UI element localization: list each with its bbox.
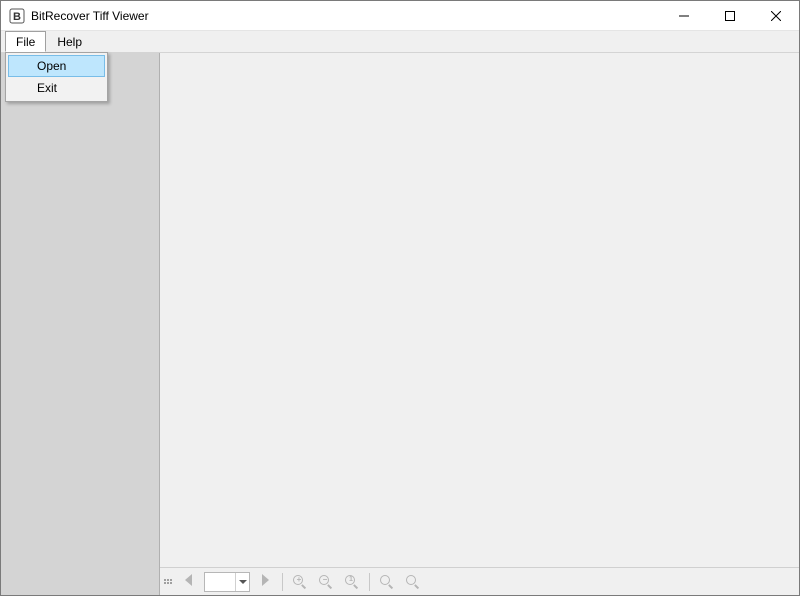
zoom-out-button[interactable]: −	[315, 571, 337, 593]
menu-help-label: Help	[57, 35, 82, 49]
zoom-fit-page-icon	[405, 574, 421, 590]
next-page-button[interactable]	[254, 571, 276, 593]
file-menu-open-label: Open	[35, 59, 104, 73]
zoom-fit-page-button[interactable]	[402, 571, 424, 593]
zoom-out-icon: −	[318, 574, 334, 590]
bottom-toolbar: + − 1	[160, 567, 799, 595]
maximize-button[interactable]	[707, 1, 753, 30]
page-number-value	[205, 573, 235, 591]
app-window: B BitRecover Tiff Viewer File Help	[0, 0, 800, 596]
svg-text:B: B	[13, 11, 21, 23]
file-menu-exit-label: Exit	[35, 81, 104, 95]
file-menu-open[interactable]: Open	[8, 55, 105, 77]
content-area: + − 1	[1, 53, 799, 595]
zoom-fit-width-icon	[379, 574, 395, 590]
prev-page-icon	[184, 574, 194, 589]
close-button[interactable]	[753, 1, 799, 30]
next-page-icon	[260, 574, 270, 589]
zoom-in-button[interactable]: +	[289, 571, 311, 593]
main-panel: + − 1	[160, 53, 799, 595]
menu-file-label: File	[16, 35, 35, 49]
window-title: BitRecover Tiff Viewer	[31, 9, 149, 23]
app-icon: B	[9, 8, 25, 24]
zoom-in-icon: +	[292, 574, 308, 590]
menu-item-icon	[9, 56, 35, 76]
zoom-actual-icon: 1	[344, 574, 360, 590]
file-menu-exit[interactable]: Exit	[8, 77, 105, 99]
toolbar-separator	[369, 573, 370, 591]
page-number-combo[interactable]	[204, 572, 250, 592]
chevron-down-icon	[235, 573, 249, 591]
menu-help[interactable]: Help	[46, 31, 93, 52]
title-bar: B BitRecover Tiff Viewer	[1, 1, 799, 31]
menu-bar: File Help	[1, 31, 799, 53]
menu-item-icon	[9, 78, 35, 98]
minimize-button[interactable]	[661, 1, 707, 30]
menu-file[interactable]: File	[5, 31, 46, 52]
toolbar-separator	[282, 573, 283, 591]
sidebar-panel	[1, 53, 160, 595]
window-controls	[661, 1, 799, 30]
zoom-fit-width-button[interactable]	[376, 571, 398, 593]
zoom-actual-button[interactable]: 1	[341, 571, 363, 593]
file-menu-dropdown: Open Exit	[5, 52, 108, 102]
prev-page-button[interactable]	[178, 571, 200, 593]
viewer-canvas	[160, 53, 799, 567]
toolbar-grip-icon	[164, 574, 172, 590]
